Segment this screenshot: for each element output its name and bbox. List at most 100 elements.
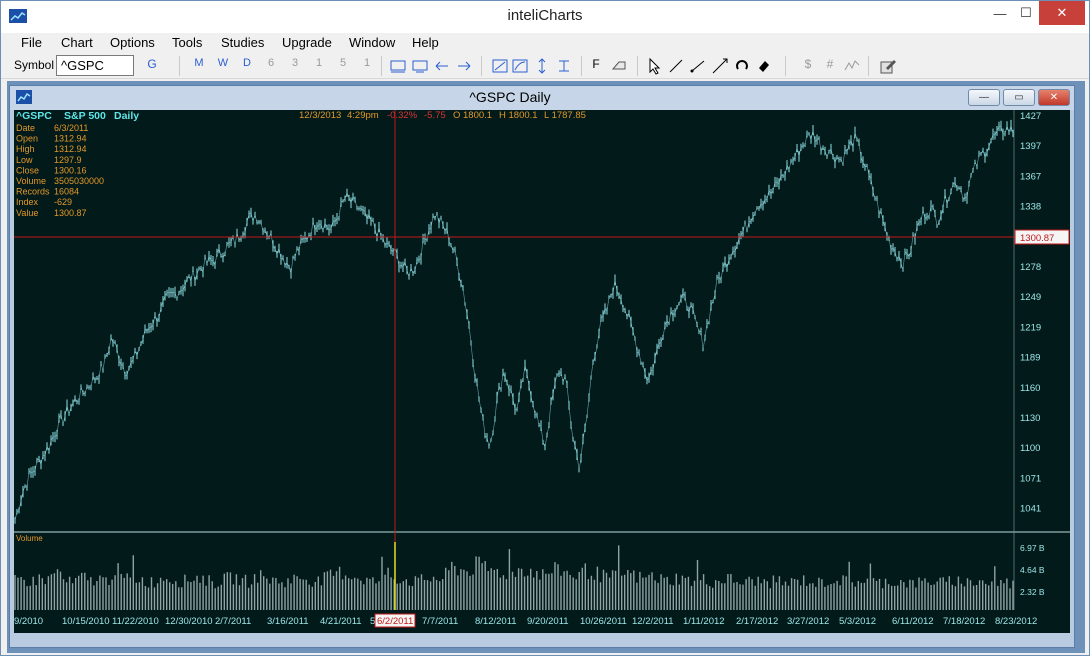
- symbol-label: Symbol: [14, 58, 55, 72]
- price-tick-label: 1249: [1020, 292, 1041, 303]
- header-high: H 1800.1: [499, 110, 538, 121]
- menu-window[interactable]: Window: [349, 35, 395, 50]
- price-tick-label: 1367: [1020, 171, 1041, 182]
- menu-bar: File Chart Options Tools Studies Upgrade…: [1, 33, 1089, 53]
- volume-tick-label: 2.32 B: [1020, 587, 1045, 597]
- extended-line-icon[interactable]: [711, 57, 729, 75]
- price-tick-label: 1160: [1020, 383, 1040, 394]
- volume-tick-label: 4.64 B: [1020, 565, 1045, 575]
- dollar-button[interactable]: $: [800, 57, 816, 71]
- toolbar: Symbol G M W D 6 3 1 5 1 F $ #: [1, 53, 1089, 79]
- number-button[interactable]: #: [822, 57, 838, 71]
- x-tick-label: 11/22/2010: [112, 616, 159, 627]
- volume-tick-label: 6.97 B: [1020, 543, 1045, 553]
- window-maximize-button[interactable]: ☐: [1013, 1, 1039, 25]
- manual-scale-icon[interactable]: [555, 57, 573, 75]
- header-time: 4:29pm: [347, 110, 379, 121]
- ray-icon[interactable]: [689, 57, 707, 75]
- header-date: 12/3/2013: [299, 110, 341, 121]
- menu-studies[interactable]: Studies: [221, 35, 264, 50]
- x-tick-label: 10/26/2011: [580, 616, 627, 627]
- edit-icon[interactable]: [879, 57, 897, 75]
- x-tick-label: 9/2010: [14, 616, 43, 627]
- trendline-icon[interactable]: [667, 57, 685, 75]
- menu-tools[interactable]: Tools: [172, 35, 202, 50]
- x-tick-label: 7/7/2011: [422, 616, 458, 627]
- crosshair: [14, 110, 1014, 615]
- zoom-in-icon[interactable]: [389, 57, 407, 75]
- zoom-out-icon[interactable]: [411, 57, 429, 75]
- info-label-volume: Volume: [16, 176, 46, 186]
- autoscale-icon[interactable]: [533, 57, 551, 75]
- menu-options[interactable]: Options: [110, 35, 155, 50]
- period-1-button[interactable]: 1: [311, 57, 327, 69]
- chart-frame: [14, 110, 1070, 616]
- font-button[interactable]: F: [588, 57, 604, 71]
- price-tick-label: 1071: [1020, 473, 1041, 484]
- info-value-date: 6/3/2011: [54, 123, 88, 133]
- price-chart[interactable]: ^GSPC S&P 500 Daily 12/3/2013 4:29pm -0.…: [14, 110, 1070, 633]
- period-5-button[interactable]: 5: [335, 57, 351, 69]
- x-tick-label: 9/20/2011: [527, 616, 569, 627]
- scroll-left-icon[interactable]: [433, 57, 451, 75]
- header-symbol: ^GSPC: [16, 110, 52, 122]
- chart-window: ^GSPC Daily — ▭ ✕ ^GSPC S&P 500 Daily 12…: [9, 85, 1075, 648]
- menu-chart[interactable]: Chart: [61, 35, 93, 50]
- chart-maximize-button[interactable]: ▭: [1003, 89, 1035, 106]
- wave-icon[interactable]: [843, 57, 861, 75]
- chart-window-title: ^GSPC Daily: [469, 89, 551, 105]
- toolbar-separator: [179, 56, 180, 76]
- x-tick-label: 10/15/2010: [62, 616, 110, 627]
- window-minimize-button[interactable]: —: [987, 1, 1013, 25]
- menu-upgrade[interactable]: Upgrade: [282, 35, 332, 50]
- undo-icon[interactable]: [733, 57, 751, 75]
- period-weekly-button[interactable]: W: [215, 57, 231, 69]
- go-button[interactable]: G: [144, 57, 160, 71]
- chart-minimize-button[interactable]: —: [968, 89, 1000, 106]
- info-label-high: High: [16, 144, 35, 154]
- info-label-date: Date: [16, 123, 35, 133]
- period-6-button[interactable]: 6: [263, 57, 279, 69]
- delete-drawing-icon[interactable]: [755, 57, 773, 75]
- period-1b-button[interactable]: 1: [359, 57, 375, 69]
- cursor-value-label: 1300.87: [1020, 233, 1054, 244]
- title-bar: inteliCharts — ☐ ✕: [1, 1, 1089, 33]
- volume-bars: [14, 545, 1014, 613]
- toolbar-separator: [868, 56, 869, 76]
- x-tick-label: 12/2/2011: [632, 616, 674, 627]
- price-series: [14, 119, 1014, 524]
- menu-file[interactable]: File: [21, 35, 42, 50]
- info-label-close: Close: [16, 165, 39, 175]
- eraser-icon[interactable]: [610, 57, 628, 75]
- x-tick-label: 8/12/2011: [475, 616, 517, 627]
- x-tick-label: 12/30/2010: [165, 616, 213, 627]
- price-tick-label: 1041: [1020, 504, 1041, 515]
- info-value-high: 1312.94: [54, 144, 87, 154]
- menu-help[interactable]: Help: [412, 35, 439, 50]
- chart-close-button[interactable]: ✕: [1038, 89, 1070, 106]
- period-daily-button[interactable]: D: [239, 57, 255, 69]
- header-low: L 1787.85: [544, 110, 586, 121]
- x-tick-label: 4/21/2011: [320, 616, 362, 627]
- info-value-open: 1312.94: [54, 134, 87, 144]
- info-label-value: Value: [16, 208, 38, 218]
- volume-axis: 6.97 B 4.64 B 2.32 B: [1020, 543, 1045, 597]
- x-tick-label: 8/23/2012: [995, 616, 1037, 627]
- pointer-icon[interactable]: [645, 57, 663, 75]
- chart-area[interactable]: ^GSPC S&P 500 Daily 12/3/2013 4:29pm -0.…: [14, 110, 1070, 633]
- period-3-button[interactable]: 3: [287, 57, 303, 69]
- info-value-volume: 3505030000: [54, 176, 104, 186]
- price-tick-label: 1219: [1020, 322, 1041, 333]
- log-scale-icon[interactable]: [511, 57, 529, 75]
- header-change: -5.75: [424, 110, 446, 121]
- period-monthly-button[interactable]: M: [191, 57, 207, 69]
- window-close-button[interactable]: ✕: [1039, 1, 1085, 25]
- scroll-right-icon[interactable]: [455, 57, 473, 75]
- info-value-records: 16084: [54, 187, 79, 197]
- symbol-input[interactable]: [56, 55, 134, 76]
- price-bars: [14, 119, 1014, 524]
- header-change-pct: -0.32%: [387, 110, 418, 121]
- linear-scale-icon[interactable]: [491, 57, 509, 75]
- app-window: inteliCharts — ☐ ✕ File Chart Options To…: [0, 0, 1090, 656]
- info-value-low: 1297.9: [54, 155, 82, 165]
